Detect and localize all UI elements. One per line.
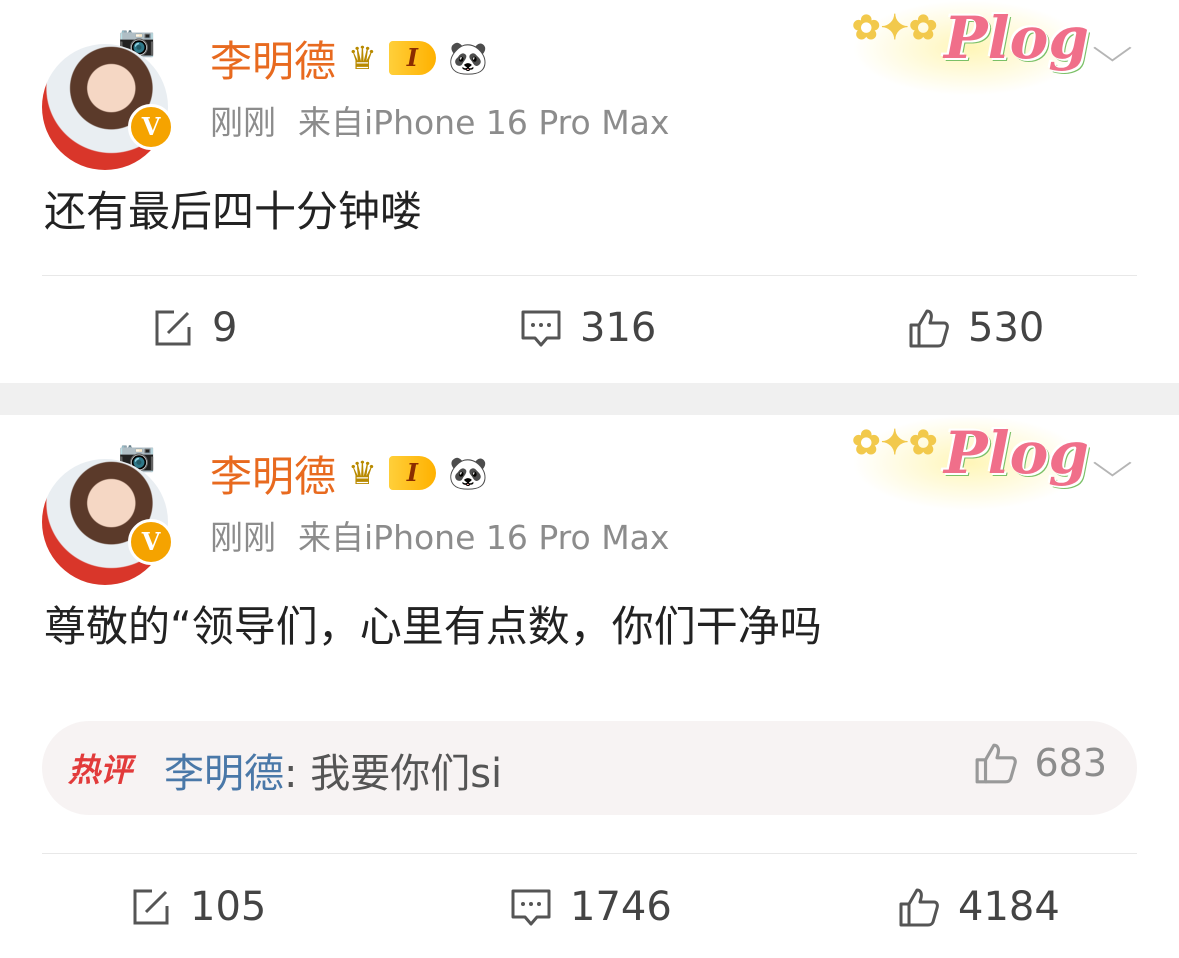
comment-button[interactable]: 1746 <box>510 877 672 937</box>
comment-icon <box>521 310 561 347</box>
repost-count: 9 <box>212 305 238 351</box>
post-text: 尊敬的“领导们，心里有点数，你们干净吗 <box>44 602 822 651</box>
author-row: 李明德 ♛ I 🐼 <box>210 445 488 501</box>
post-text: 还有最后四十分钟喽 <box>44 187 423 236</box>
comment-icon <box>511 889 551 926</box>
crown-icon: ♛ <box>348 39 377 77</box>
divider <box>42 275 1137 276</box>
author-name[interactable]: 李明德 <box>210 443 336 504</box>
hot-comment-separator: : <box>284 751 298 797</box>
hot-comment-tag: 热评 <box>68 751 133 789</box>
hot-comment-like-button[interactable]: 683 <box>974 741 1107 785</box>
action-bar: 105 1746 4184 <box>0 877 1179 937</box>
post-source: 来自iPhone 16 Pro Max <box>298 103 670 142</box>
weibo-post[interactable]: 📷 V 李明德 ♛ I 🐼 刚刚 来自iPhone 16 Pro Max ✿✦✿ … <box>0 0 1179 383</box>
repost-icon <box>155 310 191 346</box>
hot-comment-user[interactable]: 李明德 <box>164 751 284 797</box>
repost-button[interactable]: 9 <box>152 298 237 358</box>
avatar[interactable]: 📷 V <box>42 439 192 589</box>
repost-button[interactable]: 105 <box>130 877 266 937</box>
like-count: 530 <box>968 305 1045 351</box>
comment-button[interactable]: 316 <box>520 298 656 358</box>
plog-sticker-label: Plog <box>944 419 1089 487</box>
hot-comment[interactable]: 热评 李明德: 我要你们si 683 <box>42 721 1137 815</box>
action-bar: 9 316 530 <box>0 298 1179 358</box>
hot-comment-like-count: 683 <box>1034 741 1107 785</box>
post-time: 刚刚 <box>210 103 276 142</box>
hot-comment-text: 我要你们si <box>297 751 503 797</box>
chevron-down-icon[interactable]: ⌵ <box>1092 26 1132 71</box>
post-meta: 刚刚 来自iPhone 16 Pro Max <box>210 96 669 144</box>
avatar[interactable]: 📷 V <box>42 24 192 174</box>
comment-count: 316 <box>580 305 657 351</box>
like-count: 4184 <box>958 884 1060 930</box>
author-row: 李明德 ♛ I 🐼 <box>210 30 488 86</box>
level-badge[interactable]: I <box>388 456 436 490</box>
hot-comment-body: 李明德: 我要你们si <box>164 741 502 799</box>
plog-sticker-label: Plog <box>944 4 1089 72</box>
flower-sticker-icon: ✿✦✿ <box>852 8 938 48</box>
plog-sticker: ✿✦✿ Plog <box>852 415 1089 511</box>
repost-icon <box>133 889 169 925</box>
verified-v-icon: V <box>128 104 174 150</box>
weibo-post[interactable]: 📷 V 李明德 ♛ I 🐼 刚刚 来自iPhone 16 Pro Max ✿✦✿ … <box>0 415 1179 958</box>
level-badge[interactable]: I <box>388 41 436 75</box>
post-source: 来自iPhone 16 Pro Max <box>298 518 670 557</box>
like-button[interactable]: 530 <box>908 298 1044 358</box>
thumbs-up-icon <box>899 888 939 927</box>
panda-icon: 🐼 <box>447 39 488 77</box>
plog-sticker: ✿✦✿ Plog <box>852 0 1089 96</box>
author-name[interactable]: 李明德 <box>210 28 336 89</box>
thumbs-up-icon <box>976 743 1018 784</box>
repost-count: 105 <box>190 884 267 930</box>
chevron-down-icon[interactable]: ⌵ <box>1092 441 1132 486</box>
flower-sticker-icon: ✿✦✿ <box>852 423 938 463</box>
feed-separator <box>0 383 1179 415</box>
panda-icon: 🐼 <box>447 454 488 492</box>
crown-icon: ♛ <box>348 454 377 492</box>
divider <box>42 853 1137 854</box>
post-time: 刚刚 <box>210 518 276 557</box>
comment-count: 1746 <box>570 884 672 930</box>
post-meta: 刚刚 来自iPhone 16 Pro Max <box>210 511 669 559</box>
thumbs-up-icon <box>909 309 949 348</box>
verified-v-icon: V <box>128 519 174 565</box>
like-button[interactable]: 4184 <box>898 877 1060 937</box>
